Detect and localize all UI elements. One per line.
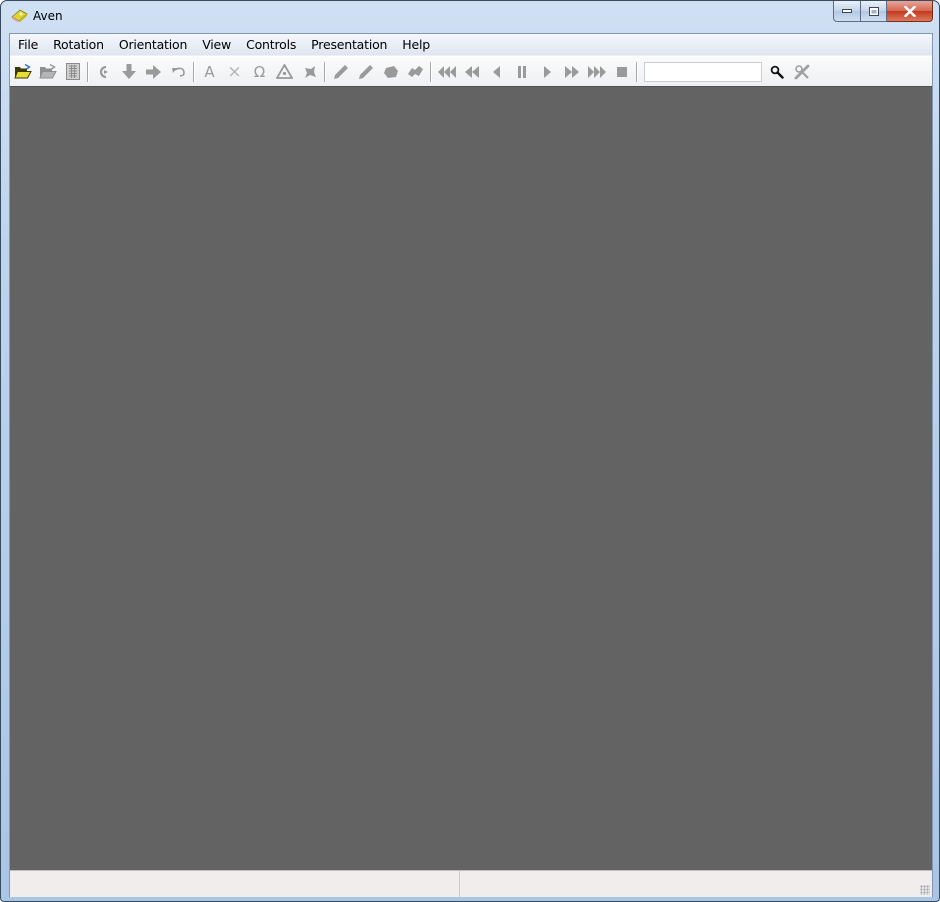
passage-tubes-button[interactable] [378,60,403,84]
menu-bar: File Rotation Orientation View Controls … [10,34,932,55]
folder-open-icon [13,64,32,79]
menu-presentation[interactable]: Presentation [304,34,395,55]
close-icon [903,5,916,17]
caption-buttons [833,1,933,22]
exported-icon [304,65,316,78]
stop-icon [616,66,627,77]
title-bar[interactable]: Aven [1,1,939,33]
toolbar-separator [636,61,638,82]
triangle-icon [276,64,293,79]
letter-a-icon: A [204,62,215,81]
play-button[interactable] [534,60,559,84]
plan-view-button[interactable] [116,60,141,84]
toolbar-separator [324,61,326,82]
arrow-down-icon [121,64,136,79]
open-presentation-button[interactable] [35,60,60,84]
minimize-button[interactable] [833,1,861,22]
menu-help[interactable]: Help [395,34,438,55]
arrow-right-icon [146,64,161,79]
menu-rotation[interactable]: Rotation [46,34,112,55]
log-window-button[interactable] [60,60,85,84]
toolbar-separator [193,61,195,82]
play-left-icon [492,65,500,78]
menu-file[interactable]: File [10,34,46,55]
pause-icon [517,65,526,78]
toolbar: A × Ω [10,56,932,86]
aven-app-icon [11,9,28,22]
station-names-button[interactable]: A [197,60,222,84]
go-to-start-button[interactable] [434,60,459,84]
close-button[interactable] [887,1,933,22]
cave-view-canvas[interactable] [10,86,932,870]
minimize-icon [842,9,852,13]
omega-icon: Ω [253,62,266,81]
double-right-icon [564,65,579,78]
exported-points-button[interactable] [297,60,322,84]
status-pane-main [10,871,460,897]
go-to-end-button[interactable] [584,60,609,84]
toolbar-separator [430,61,432,82]
terrain-icon [408,66,423,77]
elevation-view-button[interactable] [141,60,166,84]
clear-search-icon [794,64,809,79]
stop-button[interactable] [609,60,634,84]
toolbar-separator [87,61,89,82]
pause-button[interactable] [509,60,534,84]
find-button[interactable] [764,60,789,84]
fast-backward-button[interactable] [459,60,484,84]
resize-grip[interactable] [920,885,930,895]
status-pane-info [461,871,921,897]
toggle-rotation-button[interactable] [91,60,116,84]
menu-view[interactable]: View [195,34,239,55]
triple-left-icon [437,65,456,78]
magnifier-icon [770,65,784,79]
underground-legs-button[interactable] [328,60,353,84]
entrances-button[interactable]: Ω [247,60,272,84]
surface-legs-button[interactable] [353,60,378,84]
clear-search-button[interactable] [789,60,814,84]
defaults-button[interactable] [166,60,191,84]
cross-icon: × [227,61,242,82]
search-input[interactable] [644,61,762,82]
tube-icon [383,65,398,78]
folder-open-gray-icon [38,64,57,79]
double-left-icon [464,65,479,78]
step-backward-button[interactable] [484,60,509,84]
menu-controls[interactable]: Controls [239,34,304,55]
window-title: Aven [33,9,63,23]
status-bar [10,870,932,897]
pencil-icon [333,64,348,79]
grid-icon [65,63,80,80]
maximize-button[interactable] [861,1,887,22]
crosses-button[interactable]: × [222,60,247,84]
play-icon [543,65,551,78]
undo-icon [172,67,185,77]
pencil-alt-icon [358,64,373,79]
client-area: File Rotation Orientation View Controls … [9,33,933,897]
fixed-points-button[interactable] [272,60,297,84]
rotate-icon [99,65,108,78]
maximize-icon [868,6,879,16]
triple-right-icon [587,65,606,78]
terrain-button[interactable] [403,60,428,84]
app-window: Aven File Rotation Orientation View Cont… [0,0,940,902]
open-file-button[interactable] [10,60,35,84]
menu-orientation[interactable]: Orientation [111,34,194,55]
fast-forward-button[interactable] [559,60,584,84]
